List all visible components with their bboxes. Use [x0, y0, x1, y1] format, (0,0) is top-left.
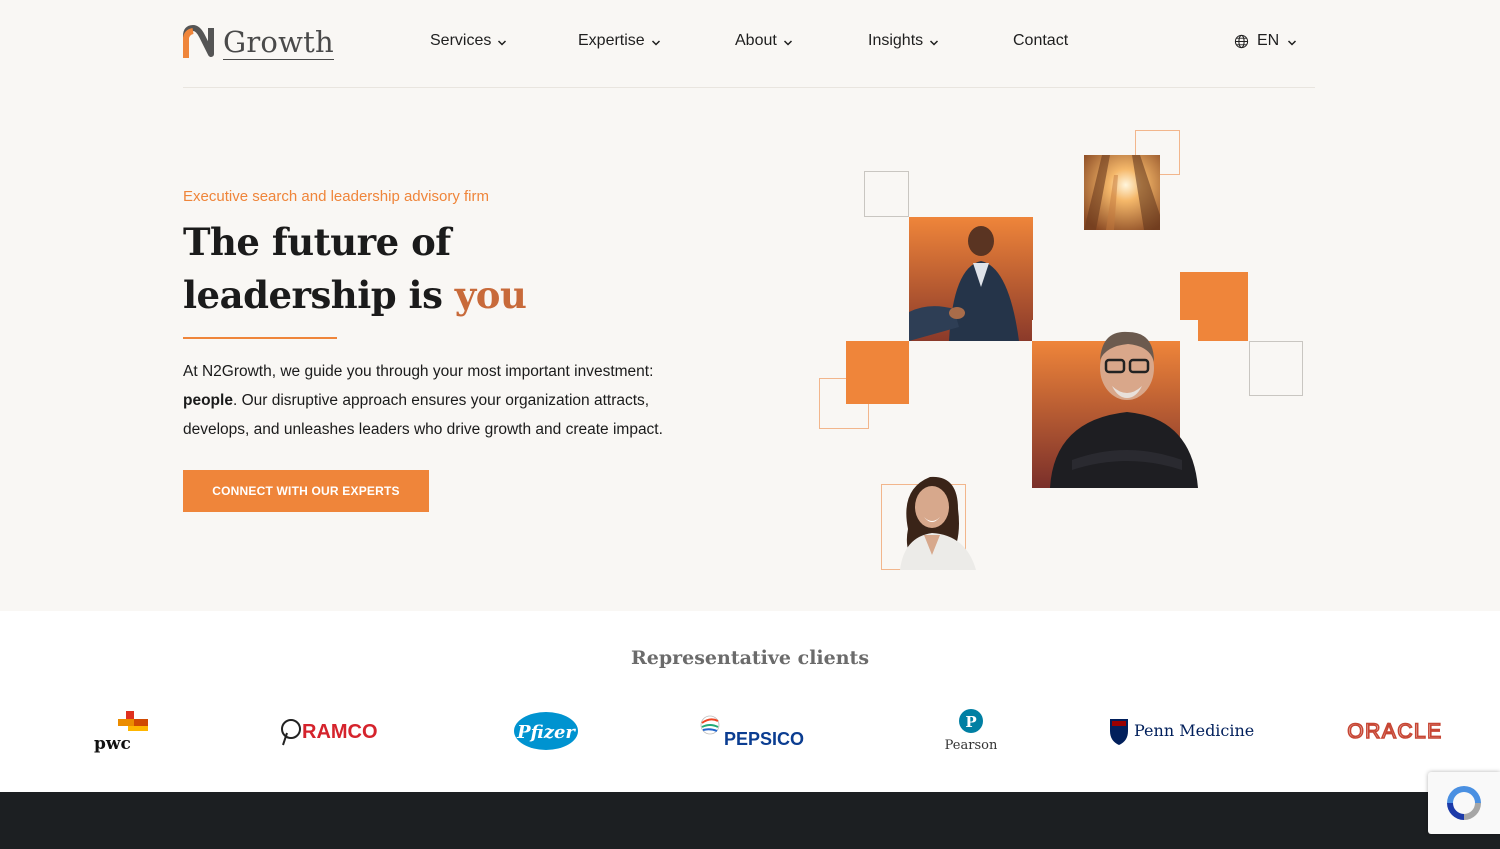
hero-body-prefix: At N2Growth, we guide you through your m… — [183, 363, 654, 380]
recaptcha-badge[interactable] — [1428, 772, 1500, 834]
client-logo-oracle: ORACLE — [1332, 706, 1458, 756]
chevron-down-icon — [930, 39, 939, 46]
client-logo-penn-medicine: Penn Medicine — [1108, 706, 1260, 756]
client-logo-ramco: RAMCO — [280, 706, 388, 756]
clients-section: Representative clients pwc RAMCO Pfizer — [0, 611, 1500, 792]
nav-label: About — [735, 32, 777, 49]
connect-experts-button[interactable]: CONNECT WITH OUR EXPERTS — [183, 470, 429, 512]
businessman-handshake-photo — [909, 217, 1033, 341]
chevron-down-icon — [651, 39, 660, 46]
ramco-text: RAMCO — [302, 721, 378, 743]
nav-insights[interactable]: Insights — [868, 32, 939, 50]
hero-body-suffix: . Our disruptive approach ensures your o… — [183, 392, 663, 438]
pfizer-text: Pfizer — [516, 722, 576, 743]
globe-icon — [1234, 34, 1249, 48]
nav-expertise[interactable]: Expertise — [578, 32, 661, 50]
chevron-down-icon — [498, 39, 507, 46]
oracle-text: ORACLE — [1347, 720, 1442, 743]
smiling-man-glasses-photo — [1032, 320, 1198, 488]
nav-services[interactable]: Services — [430, 32, 507, 50]
decor-square — [1249, 341, 1303, 396]
pwc-text: pwc — [94, 734, 131, 753]
nav-about[interactable]: About — [735, 32, 793, 50]
language-label: EN — [1257, 32, 1280, 49]
header-divider — [183, 87, 1315, 88]
client-logo-pepsico: PEPSICO — [698, 706, 820, 756]
hero-eyebrow: Executive search and leadership advisory… — [183, 188, 489, 205]
pearson-text: Pearson — [945, 738, 998, 753]
pearson-mark: P — [965, 713, 976, 731]
smiling-woman-photo — [890, 469, 976, 570]
chevron-down-icon — [783, 39, 792, 46]
hero-body-bold: people — [183, 392, 233, 409]
site-header: Growth Services Expertise About Insights… — [0, 0, 1500, 88]
building-photo — [1084, 155, 1160, 230]
logo-text: Growth — [223, 25, 334, 60]
pepsico-text: PEPSICO — [724, 729, 804, 749]
penn-medicine-text: Penn Medicine — [1134, 721, 1254, 740]
logo[interactable]: Growth — [183, 22, 334, 60]
hero-title: The future of leadership is you — [183, 216, 603, 322]
hero-title-line2: leadership is — [183, 273, 455, 317]
client-logo-pwc: pwc — [90, 706, 152, 756]
hero-title-accent: you — [454, 273, 527, 317]
chevron-down-icon — [1288, 39, 1297, 46]
clients-title: Representative clients — [630, 647, 870, 669]
decor-square — [864, 171, 909, 217]
nav-label: Contact — [1013, 32, 1069, 49]
hero-divider — [183, 337, 337, 339]
nav-label: Services — [430, 32, 492, 49]
hero-description: At N2Growth, we guide you through your m… — [183, 357, 703, 444]
nav-contact[interactable]: Contact — [1013, 32, 1068, 50]
logo-mark-icon — [183, 25, 214, 58]
nav-label: Insights — [868, 32, 924, 49]
hero-title-line1: The future of — [183, 220, 451, 264]
footer — [0, 792, 1500, 849]
language-selector[interactable]: EN — [1234, 32, 1297, 50]
client-logo-pearson: P Pearson — [940, 706, 1002, 756]
nav-label: Expertise — [578, 32, 645, 49]
recaptcha-icon — [1447, 786, 1481, 820]
decor-orange-square — [846, 341, 909, 404]
client-logo-pfizer: Pfizer — [512, 706, 580, 756]
